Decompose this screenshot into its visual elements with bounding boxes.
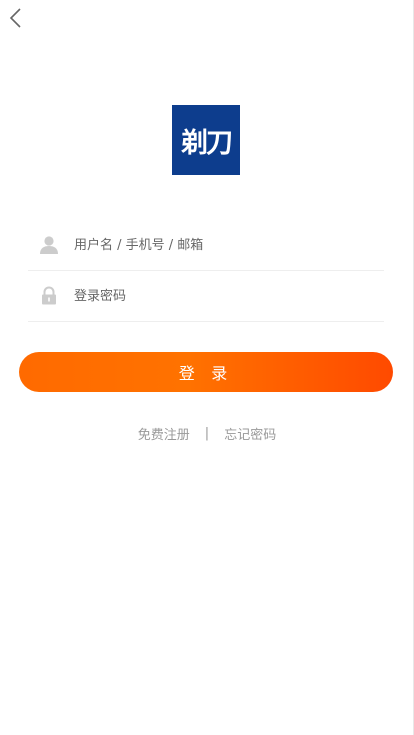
brand-logo: 剃刀 [172,105,240,175]
login-button[interactable]: 登 录 [19,352,393,392]
forgot-password-link[interactable]: 忘记密码 [224,424,276,443]
login-button-label: 登 录 [178,366,234,383]
chevron-left-icon [8,7,22,33]
user-icon [38,234,60,256]
auth-links: 免费注册 | 忘记密码 [0,424,414,443]
links-separator: | [204,426,210,441]
password-input[interactable] [74,281,354,311]
lock-icon [38,285,60,307]
username-field-row [28,220,384,271]
password-field-row [28,271,384,322]
back-button[interactable] [6,8,24,32]
register-link[interactable]: 免费注册 [138,424,190,443]
username-input[interactable] [74,230,354,260]
brand-logo-text: 剃刀 [181,127,233,159]
